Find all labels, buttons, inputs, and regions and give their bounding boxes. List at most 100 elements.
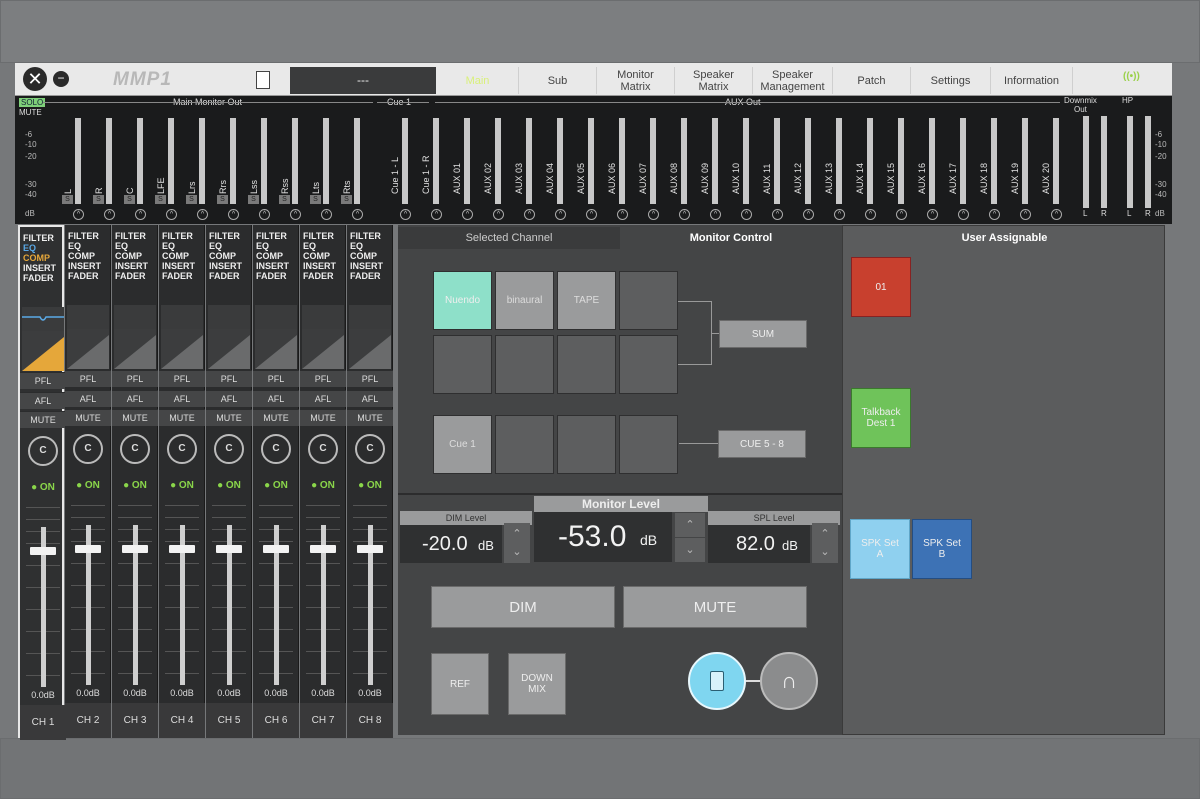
processing-label[interactable]: INSERT	[115, 261, 148, 271]
processing-label[interactable]: EQ	[23, 243, 56, 253]
user-button-talkback[interactable]: Talkback Dest 1	[851, 388, 911, 448]
solo-s-button[interactable]: S	[124, 195, 135, 204]
monitor-level-up-button[interactable]: ⌃	[675, 513, 705, 537]
tab-monitor-control[interactable]: Monitor Control	[620, 227, 842, 249]
peak-hold-icon[interactable]: ^	[493, 209, 504, 220]
tab-settings[interactable]: Settings	[911, 67, 991, 94]
source-button-tape[interactable]: TAPE	[557, 271, 616, 330]
fader-cap[interactable]	[357, 545, 383, 553]
fader-cap[interactable]	[30, 547, 56, 555]
processing-list[interactable]: FILTER EQ COMP INSERT FADER	[115, 231, 148, 281]
processing-label[interactable]: FILTER	[350, 231, 383, 241]
processing-label[interactable]: FADER	[350, 271, 383, 281]
afl-button[interactable]: AFL	[347, 390, 393, 407]
processing-label[interactable]: FADER	[256, 271, 289, 281]
processing-label[interactable]: FADER	[162, 271, 195, 281]
processing-label[interactable]: COMP	[256, 251, 289, 261]
solo-indicator[interactable]: SOLO	[19, 98, 46, 107]
mute-button[interactable]: MUTE	[253, 409, 299, 426]
peak-hold-icon[interactable]: ^	[586, 209, 597, 220]
channel-name[interactable]: CH 7	[300, 703, 346, 738]
channel-strip[interactable]: FILTER EQ COMP INSERT FADER PFL AFL MUTE C ● ON 0.…	[159, 225, 205, 738]
afl-button[interactable]: AFL	[206, 390, 252, 407]
channel-on-button[interactable]: ● ON	[208, 477, 250, 494]
comp-thumbnail[interactable]	[302, 329, 344, 369]
peak-hold-icon[interactable]: ^	[896, 209, 907, 220]
cue-button-empty[interactable]	[619, 415, 678, 474]
peak-hold-icon[interactable]: ^	[431, 209, 442, 220]
channel-name[interactable]: CH 5	[206, 703, 252, 738]
peak-hold-icon[interactable]: ^	[927, 209, 938, 220]
processing-label[interactable]: COMP	[162, 251, 195, 261]
solo-s-button[interactable]: S	[186, 195, 197, 204]
channel-strip[interactable]: FILTER EQ COMP INSERT FADER PFL AFL MUTE C ● ON 0.…	[253, 225, 299, 738]
comp-thumbnail[interactable]	[67, 329, 109, 369]
tab-main[interactable]: Main	[437, 67, 519, 94]
processing-label[interactable]: FADER	[209, 271, 242, 281]
cue-5-8-button[interactable]: CUE 5 - 8	[718, 430, 806, 458]
cue-button-empty[interactable]	[495, 415, 554, 474]
tab-sub[interactable]: Sub	[519, 67, 597, 94]
mute-button[interactable]: MUTE	[206, 409, 252, 426]
channel-name[interactable]: CH 2	[65, 703, 111, 738]
peak-hold-icon[interactable]: ^	[1020, 209, 1031, 220]
processing-label[interactable]: EQ	[115, 241, 148, 251]
processing-label[interactable]: FADER	[23, 273, 56, 283]
processing-label[interactable]: COMP	[115, 251, 148, 261]
source-button-binaural[interactable]: binaural	[495, 271, 554, 330]
channel-on-button[interactable]: ● ON	[302, 477, 344, 494]
speaker-output-button[interactable]	[688, 652, 746, 710]
peak-hold-icon[interactable]: ^	[228, 209, 239, 220]
tab-speaker-management[interactable]: Speaker Management	[753, 67, 833, 94]
peak-hold-icon[interactable]: ^	[197, 209, 208, 220]
peak-hold-icon[interactable]: ^	[648, 209, 659, 220]
mute-button[interactable]: MUTE	[623, 586, 807, 628]
comp-thumbnail[interactable]	[208, 329, 250, 369]
channel-strip[interactable]: FILTER EQ COMP INSERT FADER PFL AFL MUTE C ● ON 0.…	[65, 225, 111, 738]
peak-hold-icon[interactable]: ^	[741, 209, 752, 220]
peak-hold-icon[interactable]: ^	[73, 209, 84, 220]
processing-label[interactable]: FILTER	[256, 231, 289, 241]
comp-thumbnail[interactable]	[22, 331, 64, 371]
solo-s-button[interactable]: S	[155, 195, 166, 204]
pan-knob[interactable]: C	[214, 434, 244, 464]
sum-button[interactable]: SUM	[719, 320, 807, 348]
afl-button[interactable]: AFL	[112, 390, 158, 407]
solo-s-button[interactable]: S	[279, 195, 290, 204]
fader-cap[interactable]	[122, 545, 148, 553]
peak-hold-icon[interactable]: ^	[352, 209, 363, 220]
minimize-icon[interactable]: −	[53, 71, 69, 87]
eq-thumbnail[interactable]	[161, 305, 203, 329]
headphone-output-button[interactable]: ∩	[760, 652, 818, 710]
mute-button[interactable]: MUTE	[347, 409, 393, 426]
pan-knob[interactable]: C	[120, 434, 150, 464]
pfl-button[interactable]: PFL	[112, 370, 158, 387]
processing-label[interactable]: COMP	[209, 251, 242, 261]
channel-strip[interactable]: FILTER EQ COMP INSERT FADER PFL AFL MUTE C ● ON 0.…	[18, 225, 66, 740]
user-button-spk-set-b[interactable]: SPK Set B	[912, 519, 972, 579]
pfl-button[interactable]: PFL	[300, 370, 346, 387]
comp-thumbnail[interactable]	[255, 329, 297, 369]
processing-label[interactable]: FILTER	[115, 231, 148, 241]
processing-list[interactable]: FILTER EQ COMP INSERT FADER	[256, 231, 289, 281]
mute-button[interactable]: MUTE	[112, 409, 158, 426]
tab-speaker-matrix[interactable]: Speaker Matrix	[675, 67, 753, 94]
peak-hold-icon[interactable]: ^	[958, 209, 969, 220]
source-button-empty[interactable]	[495, 335, 554, 394]
peak-hold-icon[interactable]: ^	[290, 209, 301, 220]
peak-hold-icon[interactable]: ^	[259, 209, 270, 220]
afl-button[interactable]: AFL	[253, 390, 299, 407]
eq-thumbnail[interactable]	[255, 305, 297, 329]
peak-hold-icon[interactable]: ^	[617, 209, 628, 220]
processing-label[interactable]: INSERT	[23, 263, 56, 273]
processing-label[interactable]: EQ	[256, 241, 289, 251]
processing-label[interactable]: INSERT	[256, 261, 289, 271]
pfl-button[interactable]: PFL	[253, 370, 299, 387]
cue-button-cue1[interactable]: Cue 1	[433, 415, 492, 474]
dim-button[interactable]: DIM	[431, 586, 615, 628]
processing-label[interactable]: FADER	[115, 271, 148, 281]
pan-knob[interactable]: C	[308, 434, 338, 464]
processing-label[interactable]: INSERT	[303, 261, 336, 271]
peak-hold-icon[interactable]: ^	[1051, 209, 1062, 220]
fader-cap[interactable]	[263, 545, 289, 553]
